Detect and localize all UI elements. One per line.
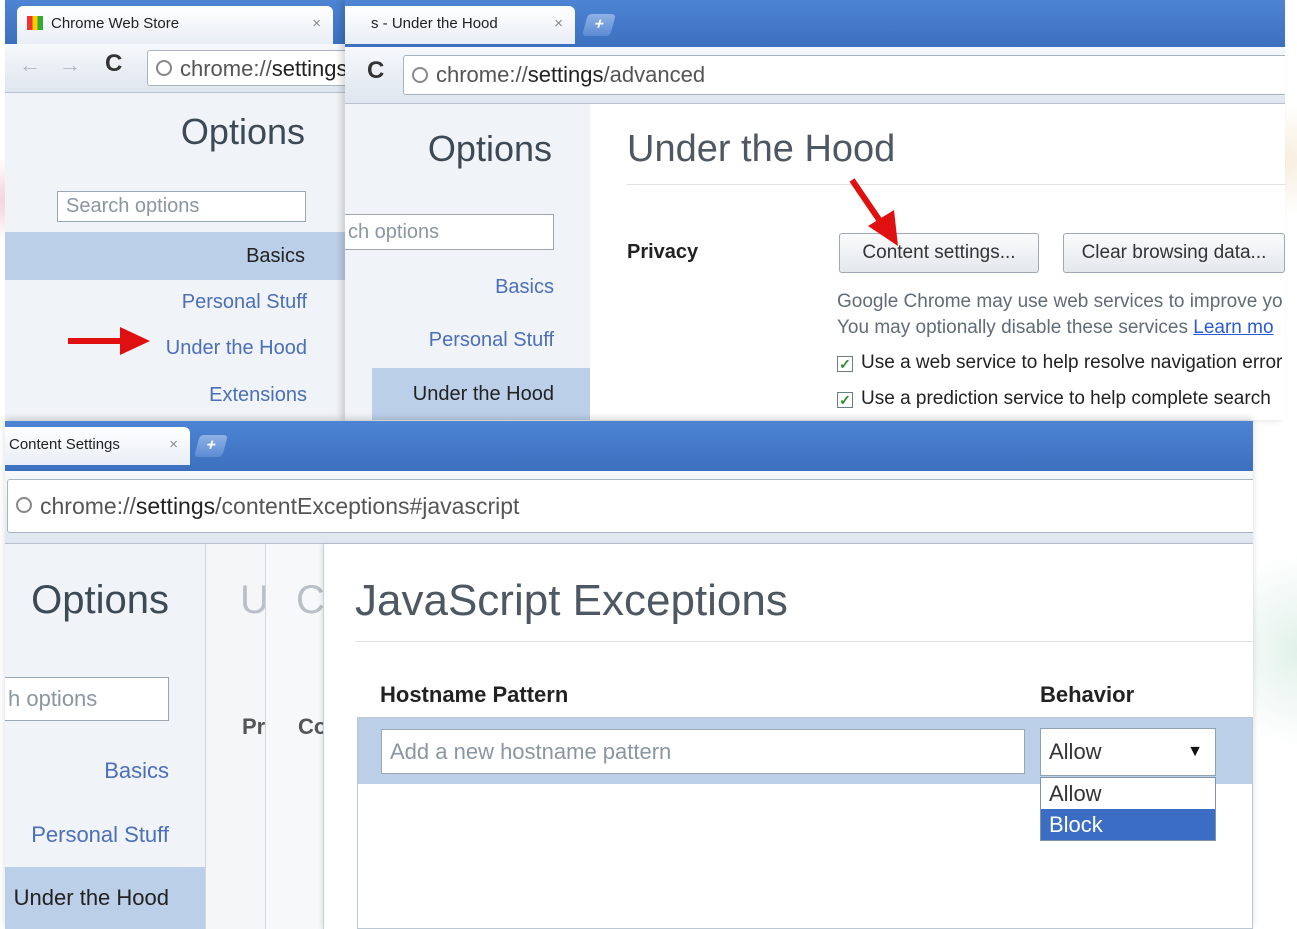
overlay-title-letter: C	[296, 578, 325, 622]
hostname-pattern-input[interactable]: Add a new hostname pattern	[381, 729, 1025, 774]
close-tab-icon[interactable]: ×	[312, 6, 321, 42]
title-divider	[627, 184, 1285, 185]
column-header-hostname: Hostname Pattern	[380, 682, 569, 707]
screenshot-under-the-hood: s - Under the Hood × + C chrome://settin…	[345, 0, 1285, 420]
forward-button[interactable]: →	[59, 52, 81, 78]
sidebar: Options h options Basics Personal Stuff …	[5, 544, 205, 929]
overlay-page-under-the-hood: U Pr	[205, 544, 269, 929]
tab-title: Content Settings	[9, 436, 120, 453]
red-arrow-under-the-hood	[68, 327, 150, 355]
tab-title: s - Under the Hood	[371, 15, 498, 32]
url-path: /advanced	[603, 62, 706, 87]
privacy-description-line1: Google Chrome may use web services to im…	[837, 291, 1283, 312]
toolbar: ← → C chrome://settings	[5, 44, 345, 93]
section-label-privacy: Privacy	[627, 241, 699, 263]
options-title: Options	[427, 128, 552, 169]
url-host: settings	[135, 493, 216, 519]
search-input[interactable]: Search options	[57, 191, 306, 222]
sidebar-item-basics[interactable]: Basics	[495, 276, 554, 299]
sidebar-item-under-the-hood[interactable]: Under the Hood	[372, 368, 590, 420]
toolbar: C chrome://settings/advanced	[345, 47, 1285, 104]
web-store-icon	[27, 16, 43, 30]
tab-chrome-web-store[interactable]: Chrome Web Store ×	[17, 6, 333, 44]
sidebar-item-personal-stuff[interactable]: Personal Stuff	[182, 291, 307, 314]
red-arrow-content-settings	[849, 178, 898, 246]
dropdown-option-allow[interactable]: Allow	[1041, 778, 1215, 809]
tab-title: Chrome Web Store	[51, 15, 180, 32]
chevron-down-icon: ▼	[1187, 743, 1203, 760]
checkbox-prediction-service[interactable]: ✓	[837, 392, 853, 408]
search-input[interactable]: ch options	[345, 214, 554, 250]
url-host: settings	[527, 62, 604, 87]
behavior-selected-value: Allow	[1049, 739, 1102, 764]
description-text: You may optionally disable these service…	[837, 317, 1194, 338]
tab-content-settings[interactable]: Content Settings ×	[5, 427, 190, 465]
search-input[interactable]: h options	[5, 677, 169, 721]
privacy-description-line2: You may optionally disable these service…	[837, 317, 1274, 339]
sidebar-item-basics[interactable]: Basics	[104, 758, 169, 784]
reload-button[interactable]: C	[105, 50, 122, 78]
new-tab-button[interactable]: +	[582, 14, 616, 36]
url-scheme: chrome://	[40, 493, 136, 519]
column-header-behavior: Behavior	[1040, 682, 1135, 707]
screenshot-content-settings: Content Settings × + chrome://settings/c…	[5, 421, 1253, 929]
javascript-exceptions-dialog: JavaScript Exceptions Hostname Pattern B…	[323, 544, 1253, 929]
page-icon	[156, 60, 172, 76]
url-scheme: chrome://	[180, 56, 272, 81]
checkbox-navigation-errors[interactable]: ✓	[837, 356, 853, 372]
sidebar-item-personal-stuff[interactable]: Personal Stuff	[31, 822, 169, 848]
behavior-select[interactable]: Allow ▼	[1040, 728, 1216, 776]
sidebar-item-extensions[interactable]: Extensions	[209, 384, 307, 407]
close-tab-icon[interactable]: ×	[554, 6, 563, 42]
dialog-title: JavaScript Exceptions	[355, 576, 788, 625]
back-button[interactable]: ←	[19, 52, 41, 78]
address-bar[interactable]: chrome://settings/advanced	[403, 55, 1285, 95]
sidebar: Options ch options Basics Personal Stuff…	[345, 104, 590, 420]
page-icon	[412, 67, 428, 83]
reload-button[interactable]: C	[367, 57, 384, 85]
address-bar[interactable]: chrome://settings	[147, 50, 345, 86]
options-title: Options	[31, 578, 169, 622]
title-divider	[355, 641, 1253, 642]
new-tab-button[interactable]: +	[194, 435, 228, 457]
sidebar-item-under-the-hood[interactable]: Under the Hood	[5, 867, 205, 929]
url-path: /contentExceptions#javascript	[215, 493, 520, 519]
page-title: Under the Hood	[627, 128, 896, 170]
sidebar-item-under-the-hood[interactable]: Under the Hood	[166, 337, 307, 360]
page-icon	[16, 497, 32, 513]
checkbox-label-navigation-errors: Use a web service to help resolve naviga…	[861, 352, 1283, 373]
sidebar: Options Search options Basics Personal S…	[5, 93, 345, 422]
dropdown-option-block[interactable]: Block	[1041, 809, 1215, 840]
clear-browsing-data-button[interactable]: Clear browsing data...	[1063, 233, 1285, 273]
address-bar[interactable]: chrome://settings/contentExceptions#java…	[7, 479, 1253, 533]
overlay-section-label: Pr	[242, 714, 266, 739]
close-tab-icon[interactable]: ×	[169, 427, 178, 463]
options-title: Options	[180, 111, 305, 152]
screenshot-chrome-web-store: Chrome Web Store × ← → C chrome://settin…	[5, 0, 345, 422]
checkbox-label-prediction-service: Use a prediction service to help complet…	[861, 388, 1271, 409]
tab-strip	[5, 421, 1253, 471]
sidebar-item-basics[interactable]: Basics	[5, 232, 345, 280]
overlay-page-content-settings: C Co	[265, 544, 327, 929]
learn-more-link[interactable]: Learn mo	[1193, 317, 1273, 338]
url-scheme: chrome://	[436, 62, 528, 87]
toolbar: chrome://settings/contentExceptions#java…	[5, 471, 1253, 544]
behavior-dropdown-menu: Allow Block	[1040, 777, 1216, 841]
tab-under-the-hood[interactable]: s - Under the Hood ×	[345, 6, 575, 44]
sidebar-item-personal-stuff[interactable]: Personal Stuff	[429, 329, 554, 352]
url-host: settings	[271, 56, 345, 81]
